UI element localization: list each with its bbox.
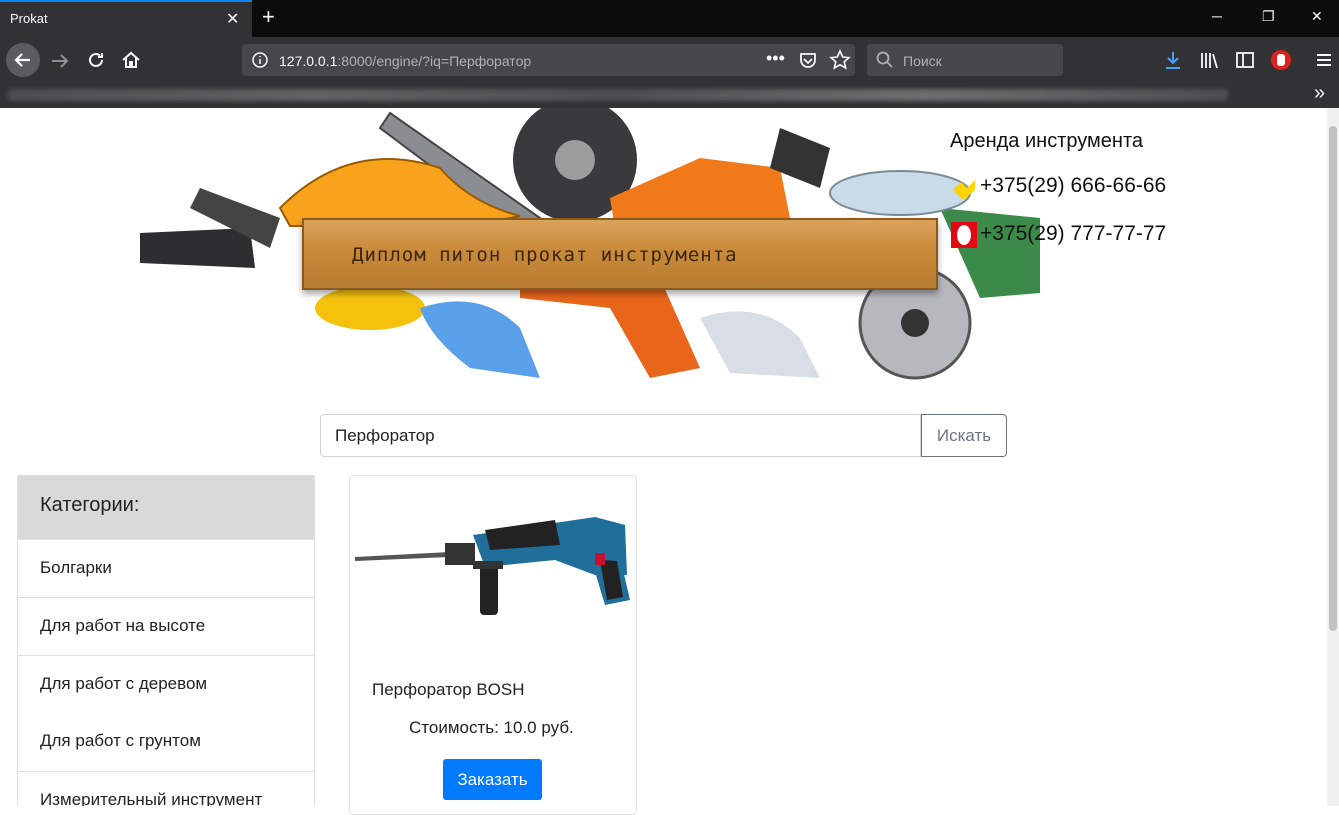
search-icon bbox=[876, 51, 893, 68]
categories-list: Категории: Болгарки Для работ на высоте … bbox=[17, 475, 315, 806]
pocket-icon[interactable] bbox=[798, 50, 818, 70]
url-host: 127.0.0.1 bbox=[279, 53, 338, 69]
banner-title: Диплом питон прокат инструмента bbox=[352, 244, 738, 266]
tab-title: Prokat bbox=[10, 11, 48, 26]
category-item[interactable]: Измерительный инструмент bbox=[18, 771, 314, 806]
new-tab-icon[interactable]: + bbox=[262, 4, 275, 30]
category-item[interactable]: Для работ с деревом bbox=[18, 655, 314, 713]
phone-number: +375(29) 666-66-66 bbox=[980, 174, 1167, 197]
browser-search-field[interactable] bbox=[867, 44, 1063, 76]
download-icon[interactable] bbox=[1162, 49, 1184, 71]
phone-number: +375(29) 777-77-77 bbox=[980, 222, 1167, 245]
url-path: :8000/engine/?iq=Перфоратор bbox=[337, 53, 532, 69]
scrollbar-thumb[interactable] bbox=[1329, 126, 1337, 631]
sidebar-icon[interactable] bbox=[1234, 49, 1256, 71]
bookmarks-blurred bbox=[8, 89, 1228, 101]
category-item[interactable]: Болгарки bbox=[18, 539, 314, 597]
window-close-icon[interactable]: ✕ bbox=[1311, 8, 1323, 25]
more-actions-icon[interactable]: ••• bbox=[766, 48, 785, 69]
order-button[interactable]: Заказать bbox=[443, 759, 542, 800]
menu-icon[interactable] bbox=[1314, 50, 1334, 70]
forward-icon[interactable] bbox=[48, 49, 72, 73]
maximize-icon[interactable]: ❐ bbox=[1262, 8, 1275, 25]
url-text[interactable]: 127.0.0.1:8000/engine/?iq=Перфоратор bbox=[279, 53, 531, 69]
search-input[interactable]: Перфоратор bbox=[320, 414, 921, 457]
browser-tab[interactable]: Prokat ✕ bbox=[0, 0, 252, 37]
reload-icon[interactable] bbox=[85, 49, 107, 71]
search-button[interactable]: Искать bbox=[921, 414, 1007, 457]
minimize-icon[interactable]: ─ bbox=[1212, 8, 1222, 24]
library-icon[interactable] bbox=[1198, 49, 1220, 71]
browser-search-placeholder: Поиск bbox=[903, 53, 942, 69]
back-button[interactable] bbox=[6, 43, 40, 77]
operator-mts-icon bbox=[951, 222, 977, 248]
operator-velcom-icon bbox=[953, 180, 975, 200]
product-image bbox=[355, 517, 630, 615]
bookmark-star-icon[interactable] bbox=[829, 49, 851, 71]
arrow-left-icon bbox=[14, 53, 30, 67]
home-icon[interactable] bbox=[120, 49, 142, 71]
categories-title: Категории: bbox=[18, 476, 314, 539]
adblock-icon[interactable] bbox=[1269, 48, 1293, 72]
close-icon[interactable]: ✕ bbox=[226, 9, 239, 29]
info-icon[interactable] bbox=[251, 51, 269, 69]
category-item[interactable]: Для работ с грунтом bbox=[18, 713, 314, 771]
product-price: Стоимость: 10.0 руб. bbox=[409, 718, 574, 737]
product-name: Перфоратор BOSH bbox=[372, 680, 525, 699]
rent-title: Аренда инструмента bbox=[950, 130, 1144, 152]
chevron-right-icon[interactable]: » bbox=[1314, 82, 1325, 105]
category-item[interactable]: Для работ на высоте bbox=[18, 597, 314, 655]
